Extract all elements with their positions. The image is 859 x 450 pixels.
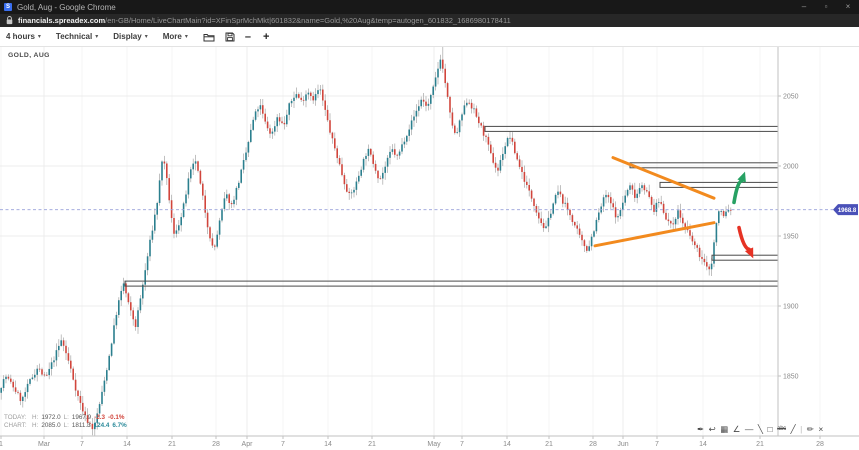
delete-drawing-icon[interactable]: × <box>818 423 823 435</box>
x-axis-tick-label: 14 <box>699 441 707 448</box>
x-axis-tick-label: 7 <box>281 441 285 448</box>
price-chart[interactable]: 1 Mar 7 14 21 28 Apr 7 14 21 May 7 14 21 28 Jun 7 14 21 28 2… <box>0 47 859 450</box>
rectangle-tool-icon[interactable]: □ <box>768 423 773 435</box>
technical-label: Technical <box>56 32 92 41</box>
zoom-out-button[interactable]: – <box>245 31 251 43</box>
down-arrow-drawing[interactable] <box>739 228 749 250</box>
display-dropdown[interactable]: Display ▾ <box>113 32 147 41</box>
horizontal-line-tool-icon[interactable]: — <box>745 423 754 435</box>
minimize-button[interactable]: – <box>793 0 815 14</box>
chevron-down-icon: ▾ <box>145 33 148 40</box>
open-chart-icon[interactable] <box>203 32 215 42</box>
legend-row: CHART:H:2085.0 L:1811.3124.46.7% <box>4 422 130 430</box>
legend-value: 2085.0 <box>41 422 60 429</box>
grid-tool-icon[interactable]: ▦ <box>720 423 728 435</box>
url-path: /en-GB/Home/LiveChartMain?id=XFinSprMchM… <box>105 16 511 25</box>
x-axis-tick-label: 21 <box>545 441 553 448</box>
legend-value: 1972.0 <box>41 414 60 421</box>
close-button[interactable]: × <box>837 0 859 14</box>
fan-lines-tool-icon[interactable]: ∠ <box>733 423 741 435</box>
price-level-zone[interactable] <box>485 126 778 131</box>
freehand-tool-icon[interactable]: ↩ <box>709 423 716 435</box>
current-price-tag-value: 1968.8 <box>838 208 857 214</box>
y-axis-tick-label: 1900 <box>783 304 799 311</box>
x-axis-tick-label: May <box>427 441 441 448</box>
chart-toolbar: 4 hours ▾ Technical ▾ Display ▾ More ▾ <box>0 27 859 47</box>
x-axis-tick-label: 28 <box>212 441 220 448</box>
x-axis-tick-label: 14 <box>503 441 511 448</box>
text-tool-icon[interactable]: abc <box>777 423 786 435</box>
chevron-down-icon: ▾ <box>38 33 41 40</box>
legend-value: -2.3 <box>94 414 105 421</box>
legend-value: 1967.9 <box>72 414 91 421</box>
price-level-zone[interactable] <box>125 281 778 286</box>
y-axis-tick-label: 1850 <box>783 374 799 381</box>
chart-symbol-label: GOLD, AUG <box>8 52 50 59</box>
timeframe-dropdown[interactable]: 4 hours ▾ <box>6 32 41 41</box>
legend-value: L: <box>64 414 69 421</box>
url-domain: financials.spreadex.com <box>18 16 105 25</box>
legend-value: H: <box>32 414 38 421</box>
site-favicon: S <box>4 3 12 11</box>
save-icon[interactable] <box>225 32 235 42</box>
chart-legend: TODAY:H:1972.0L:1967.9-2.3-0.1%CHART:H:2… <box>4 414 130 430</box>
page-url: financials.spreadex.com/en-GB/Home/LiveC… <box>18 16 511 25</box>
x-axis-tick-label: 21 <box>168 441 176 448</box>
display-label: Display <box>113 32 141 41</box>
window-title-bar: S Gold, Aug - Google Chrome – ▫ × <box>0 0 859 14</box>
x-axis-tick-label: 28 <box>589 441 597 448</box>
legend-value: TODAY: <box>4 414 29 422</box>
legend-value: CHART: <box>4 422 29 430</box>
x-axis-tick-label: 21 <box>368 441 376 448</box>
cursor-tool-icon[interactable]: ✒ <box>697 423 704 435</box>
x-axis-tick-label: Jun <box>617 441 628 448</box>
x-axis-tick-label: 21 <box>756 441 764 448</box>
up-arrowhead <box>737 172 745 183</box>
y-axis-tick-label: 1950 <box>783 234 799 241</box>
x-axis-tick-label: 7 <box>460 441 464 448</box>
x-axis-tick-label: Apr <box>242 441 254 448</box>
zoom-in-button[interactable]: + <box>263 31 269 43</box>
x-axis-tick-label: 7 <box>80 441 84 448</box>
legend-value: L: <box>64 422 69 429</box>
x-axis-tick-label: Mar <box>38 441 51 448</box>
maximize-button[interactable]: ▫ <box>815 0 837 14</box>
more-label: More <box>163 32 182 41</box>
padlock-icon <box>6 16 13 25</box>
browser-window: S Gold, Aug - Google Chrome – ▫ × financ… <box>0 0 859 450</box>
x-axis-tick-label: 14 <box>324 441 332 448</box>
legend-row: TODAY:H:1972.0 L:1967.9-2.3-0.1% <box>4 414 130 422</box>
pencil-tool-icon[interactable]: ✏ <box>807 423 814 435</box>
chevron-down-icon: ▾ <box>185 33 188 40</box>
legend-value: 1811.3 <box>72 422 91 429</box>
y-axis-tick-label: 2000 <box>783 164 799 171</box>
window-title: Gold, Aug - Google Chrome <box>17 3 793 12</box>
diagonal-line-tool-icon[interactable]: ╱ <box>790 423 795 435</box>
drawing-tools-bar: ✒ ↩ ▦ ∠ — ╲ □ abc ╱ | ✏ × <box>697 423 828 435</box>
x-axis-tick-label: 1 <box>0 441 3 448</box>
timeframe-label: 4 hours <box>6 32 35 41</box>
trendline-drawing[interactable] <box>595 223 714 246</box>
legend-value: 6.7% <box>112 422 126 429</box>
legend-value: H: <box>32 422 38 429</box>
y-axis-tick-label: 2050 <box>783 94 799 101</box>
legend-value: -0.1% <box>108 414 124 421</box>
x-axis-tick-label: 28 <box>816 441 824 448</box>
up-arrow-drawing[interactable] <box>734 181 742 202</box>
legend-value: 124.4 <box>94 422 110 429</box>
price-level-zone[interactable] <box>712 255 778 260</box>
tools-separator: | <box>800 423 802 435</box>
x-axis-tick-label: 14 <box>123 441 131 448</box>
technical-dropdown[interactable]: Technical ▾ <box>56 32 98 41</box>
x-axis-tick-label: 7 <box>655 441 659 448</box>
address-bar[interactable]: financials.spreadex.com/en-GB/Home/LiveC… <box>0 14 859 27</box>
more-dropdown[interactable]: More ▾ <box>163 32 188 41</box>
price-level-zone[interactable] <box>630 163 778 168</box>
chevron-down-icon: ▾ <box>95 33 98 40</box>
trendline-tool-icon[interactable]: ╲ <box>758 423 763 435</box>
